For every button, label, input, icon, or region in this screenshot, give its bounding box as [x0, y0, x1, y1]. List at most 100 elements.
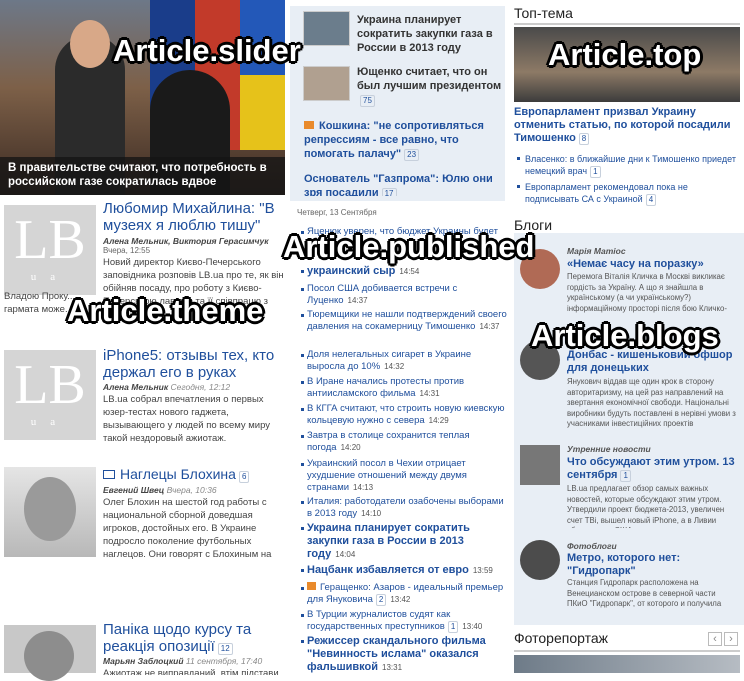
next-arrow-icon[interactable]: ›: [724, 632, 738, 646]
annotation-article-top: Article.top: [548, 37, 702, 72]
pub-time: 14:29: [428, 416, 449, 425]
blog-title[interactable]: «Немає часу на поразку»: [567, 258, 737, 271]
news-thumb[interactable]: [303, 66, 350, 101]
blog-author: Марія Матіос: [567, 246, 626, 256]
pub-item[interactable]: Нацбанк избавляется от евро 13:59: [301, 564, 507, 577]
pub-item[interactable]: Украинский посол в Чехии отрицает ухудше…: [301, 458, 507, 494]
article-text: LB.ua собрал впечатления о первых юзер-т…: [103, 394, 271, 444]
comment-count[interactable]: 4: [645, 194, 657, 206]
article-title[interactable]: iPhone5: отзывы тех, кто держал его в ру…: [103, 347, 288, 381]
comment-count[interactable]: 1: [620, 470, 631, 482]
mid-news-2[interactable]: Ющенко считает, что он был лучшим презид…: [357, 65, 502, 107]
pub-item[interactable]: Доля нелегальных сигарет в Украине вырос…: [301, 349, 507, 373]
pub-item[interactable]: Режиссер скандального фильма "Невинность…: [301, 635, 507, 674]
comment-count[interactable]: 17: [381, 188, 397, 196]
article-author: Алена Мельник, Виктория Герасимчук: [103, 236, 269, 246]
pub-item[interactable]: Геращенко: Азаров - идеальный премьер дл…: [301, 582, 507, 606]
blog-avatar[interactable]: [520, 540, 560, 580]
divider: [514, 23, 740, 25]
blog-author: Утренние новости: [567, 444, 651, 454]
pub-item[interactable]: В КГГА считают, что строить новую киевск…: [301, 403, 507, 427]
pub-item[interactable]: Италия: работодатели озабочены выборами …: [301, 496, 507, 520]
blog-text: Станция Гидропарк расположена на Венециа…: [567, 578, 722, 612]
main-slider[interactable]: В правительстве считают, что потребность…: [0, 0, 285, 195]
blog-text: Янукович віддав ще один крок в сторону а…: [567, 377, 736, 428]
pub-item[interactable]: В Иране начались протесты против антиисл…: [301, 376, 507, 400]
article-text-cont: [4, 561, 284, 606]
pub-time: 13:42: [390, 595, 411, 604]
article-author: Марьян Заблоцкий 11 сентября, 17:40: [103, 656, 263, 666]
article-date: Вчера, 12:55: [103, 246, 151, 255]
pub-item[interactable]: Тюремщики не нашли подтверждений своего …: [301, 309, 507, 333]
top-sub-link[interactable]: Власенко: в ближайшие дни к Тимошенко пр…: [517, 153, 740, 178]
divider: [514, 650, 740, 652]
mid-news-4[interactable]: Основатель "Газпрома": Юлю они зря посад…: [304, 172, 504, 196]
article-author: Алена Мельник Сегодня, 12:12: [103, 382, 231, 392]
comment-count[interactable]: 2: [375, 594, 387, 606]
blog-author: Фотоблоги: [567, 541, 617, 551]
blog-avatar[interactable]: [520, 445, 560, 485]
blog-text: LB.ua предлагает обзор самых важных ново…: [567, 484, 725, 528]
annotation-article-slider: Article.slider: [113, 33, 301, 68]
prev-arrow-icon[interactable]: ‹: [708, 632, 722, 646]
pub-time: 14:31: [419, 389, 440, 398]
pub-time: 14:13: [353, 483, 374, 492]
article-title[interactable]: Наглецы Блохина 6: [103, 466, 250, 483]
comment-count[interactable]: 23: [404, 149, 420, 161]
pub-time: 14:37: [479, 322, 500, 331]
lb-logo-image[interactable]: LB ua: [4, 350, 96, 440]
person-head: [70, 20, 110, 68]
annotation-article-published: Article.published: [283, 229, 535, 264]
pub-time: 14:10: [361, 509, 382, 518]
top-sub-link[interactable]: Европарламент рекомендовал пока не подпи…: [517, 181, 740, 206]
pub-time: 14:32: [384, 362, 405, 371]
pub-time: 13:31: [382, 663, 403, 672]
blog-title[interactable]: Что обсуждают этим утром. 13 сентября 1: [567, 456, 737, 482]
face-shape: [24, 477, 76, 541]
lb-logo-image[interactable]: LB ua: [4, 205, 96, 295]
photoreport-image[interactable]: [514, 655, 740, 673]
article-text: Олег Блохин на шестой год работы с нацио…: [103, 497, 272, 560]
blog-title[interactable]: Метро, которого нет: "Гидропарк": [567, 552, 737, 578]
comment-count[interactable]: 8: [578, 133, 590, 145]
comment-count[interactable]: 6: [238, 471, 250, 483]
pub-time: 14:20: [340, 443, 361, 452]
mid-news-3[interactable]: Кошкина: "не сопротивляться репрессиям -…: [304, 119, 504, 161]
pub-item[interactable]: Посол США добивается встречи с Луценко 14…: [301, 283, 507, 307]
pub-time: 14:54: [399, 267, 420, 276]
article-text: Ажиотаж не виправданий, втім підстави та…: [103, 668, 279, 675]
pub-time: 13:59: [472, 566, 493, 575]
mid-news-1[interactable]: Украина планирует сократить закупки газа…: [357, 13, 502, 55]
top-theme-heading: Топ-тема: [514, 5, 573, 21]
face-shape: [24, 631, 74, 681]
article-date: Вчера, 10:36: [166, 485, 217, 495]
pub-item[interactable]: Украина планирует сократить закупки газа…: [301, 522, 507, 561]
author-photo[interactable]: [4, 625, 96, 681]
pub-time: 14:37: [347, 296, 368, 305]
pub-time: 13:40: [462, 622, 483, 631]
comment-count[interactable]: 1: [590, 166, 601, 178]
pub-item[interactable]: украинский сыр 14:54: [301, 265, 507, 278]
pub-time: 14:04: [335, 550, 356, 559]
blog-text: Перемога Віталія Кличка в Москві виклика…: [567, 272, 727, 313]
pub-item[interactable]: В Турции журналистов судят как государст…: [301, 609, 507, 633]
article-title[interactable]: Любомир Михайлина: "В музеях я люблю тиш…: [103, 200, 288, 234]
rss-icon: [307, 582, 316, 590]
article-date: 11 сентября, 17:40: [185, 656, 263, 666]
pub-item[interactable]: Завтра в столице сохранится теплая погод…: [301, 430, 507, 454]
author-photo[interactable]: [4, 467, 96, 557]
top-main-link[interactable]: Европарламент призвал Украину отменить с…: [514, 106, 740, 145]
annotation-article-blogs: Article.blogs: [531, 318, 719, 353]
news-thumb[interactable]: [303, 11, 350, 46]
article-date: Сегодня, 12:12: [170, 382, 231, 392]
published-date: Четверг, 13 Сентября: [297, 208, 377, 217]
comment-count[interactable]: 75: [360, 95, 375, 107]
slider-caption[interactable]: В правительстве считают, что потребность…: [0, 157, 285, 195]
flag-stripe: [240, 75, 285, 150]
comment-count[interactable]: 12: [217, 643, 233, 655]
article-author: Евгений Швец Вчера, 10:36: [103, 485, 217, 495]
comment-count[interactable]: 1: [447, 621, 459, 633]
article-title[interactable]: Паніка щодо курсу та реакція опозиції 12: [103, 621, 288, 655]
folder-icon: [103, 470, 115, 479]
rss-icon: [304, 121, 314, 129]
